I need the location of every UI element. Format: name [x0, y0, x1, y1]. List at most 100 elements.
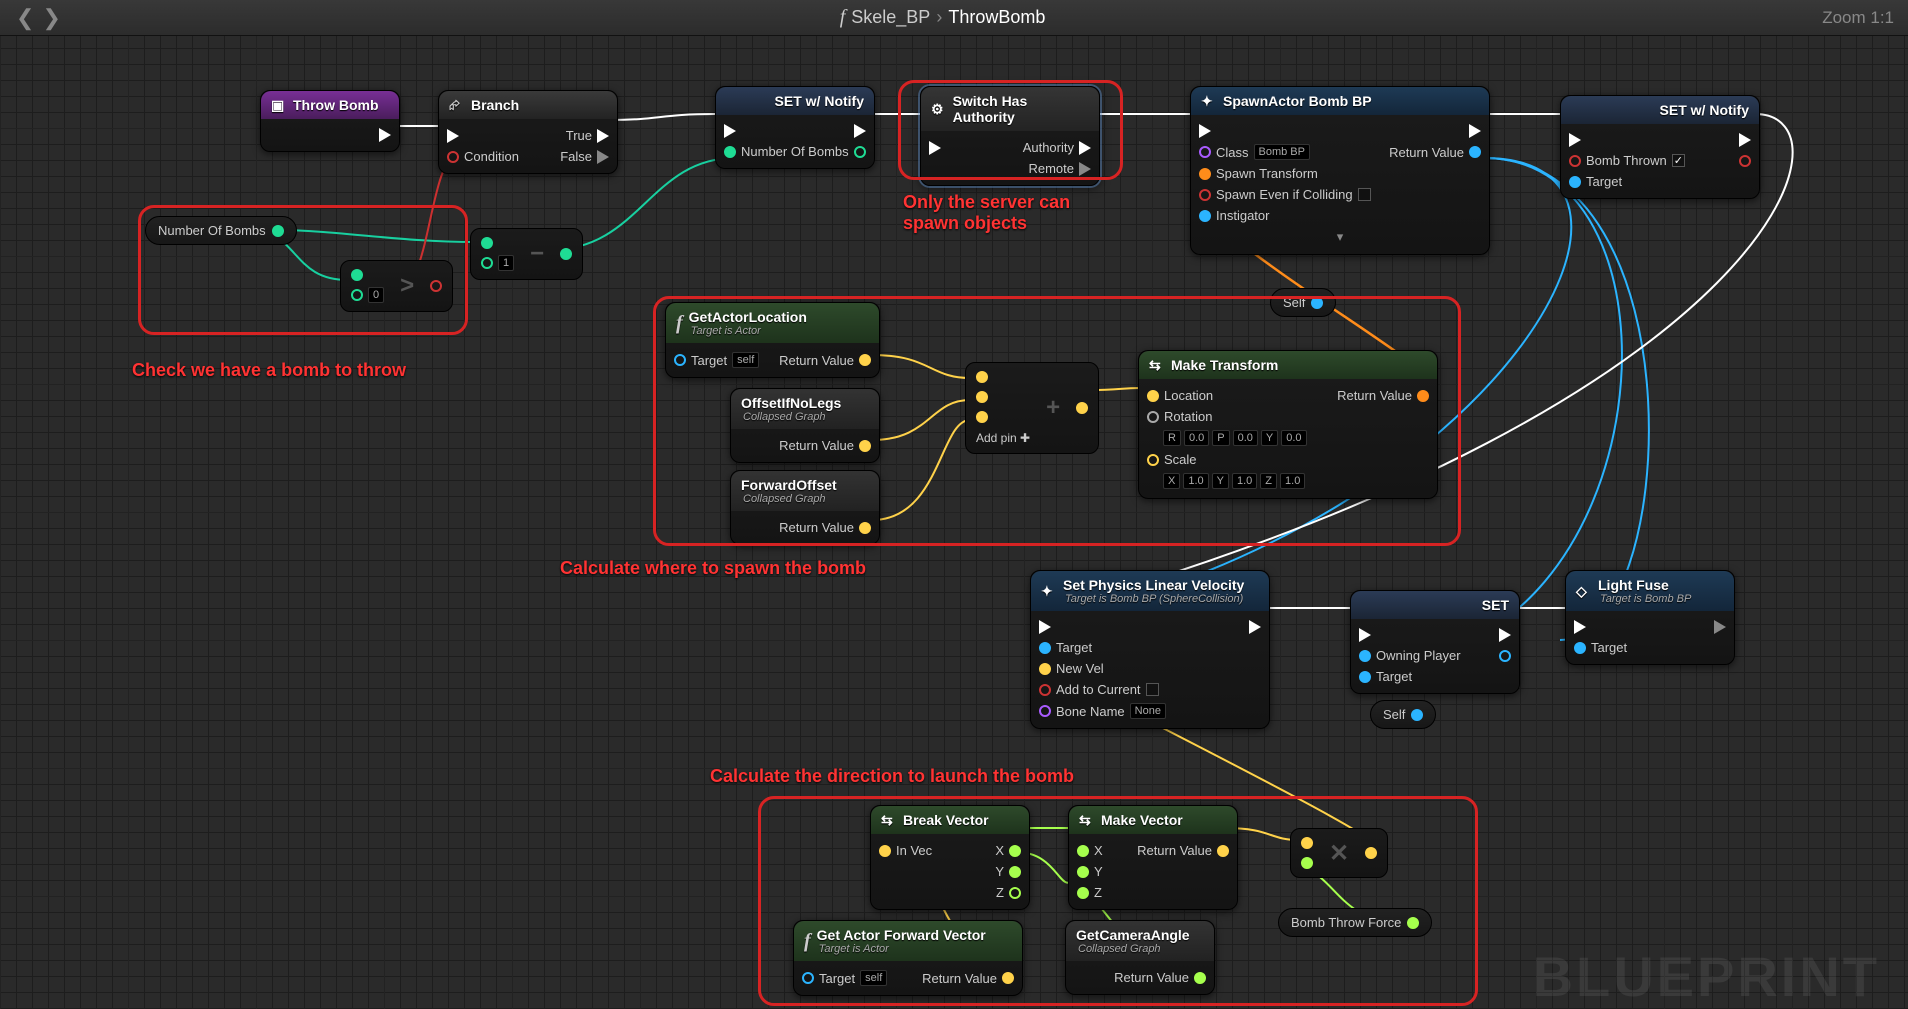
- annotation-text-4: Calculate the direction to launch the bo…: [710, 766, 1074, 787]
- exec-out-pin[interactable]: [854, 124, 866, 138]
- branch-icon: ⮳: [449, 97, 465, 113]
- node-spawnactor[interactable]: ✦SpawnActor Bomb BP ClassBomb BPReturn V…: [1190, 86, 1490, 255]
- exec-out-pin[interactable]: [379, 128, 391, 142]
- node-set-numbombs[interactable]: SET w/ Notify Number Of Bombs: [715, 86, 875, 169]
- annotation-box-2: [898, 80, 1123, 180]
- target-pin[interactable]: [1574, 642, 1586, 654]
- add-label: Add to Current: [1056, 682, 1141, 697]
- annotation-text-1: Check we have a bomb to throw: [132, 360, 406, 381]
- zoom-indicator: Zoom 1:1: [1808, 8, 1908, 28]
- sub: Target is Bomb BP (SphereCollision): [1065, 593, 1244, 605]
- newvel-label: New Vel: [1056, 661, 1104, 676]
- topbar: ❮ ❯ f Skele_BP › ThrowBomb Zoom 1:1: [0, 0, 1908, 36]
- transform-label: Spawn Transform: [1216, 166, 1318, 181]
- exec-true-pin[interactable]: [597, 129, 609, 143]
- event-icon: ▣: [271, 97, 287, 113]
- value-out-pin[interactable]: [854, 146, 866, 158]
- function-name[interactable]: ThrowBomb: [948, 7, 1045, 28]
- exec-in-pin[interactable]: [1569, 133, 1581, 147]
- exec-in-pin[interactable]: [1199, 124, 1211, 138]
- set-title: SET w/ Notify: [775, 93, 864, 109]
- self-pin[interactable]: [1411, 709, 1423, 721]
- event-icon: ◇: [1576, 583, 1592, 599]
- target-pin[interactable]: [1569, 176, 1581, 188]
- exec-in-pin[interactable]: [1574, 620, 1586, 634]
- set2-title: SET w/ Notify: [1660, 102, 1749, 118]
- exec-out-pin[interactable]: [1249, 620, 1261, 634]
- return-pin[interactable]: [1469, 146, 1481, 158]
- target-label: Target: [1586, 174, 1622, 189]
- node-light-fuse[interactable]: ◇Light FuseTarget is Bomb BP Target: [1565, 570, 1735, 665]
- condition-label: Condition: [464, 149, 519, 164]
- target-label: Target: [1376, 669, 1412, 684]
- exec-in-pin[interactable]: [724, 124, 736, 138]
- exec-out-pin[interactable]: [1499, 628, 1511, 642]
- exec-out-pin[interactable]: [1469, 124, 1481, 138]
- collide-pin[interactable]: [1199, 189, 1211, 201]
- bool-in-pin[interactable]: [1569, 155, 1581, 167]
- branch-title: Branch: [471, 97, 519, 113]
- nav-forward-icon[interactable]: ❯: [42, 5, 60, 31]
- expand-icon[interactable]: ▾: [1337, 229, 1344, 245]
- bone-label: Bone Name: [1056, 704, 1125, 719]
- bool-out-pin[interactable]: [1739, 155, 1751, 167]
- exec-out-pin[interactable]: [1739, 133, 1751, 147]
- annotation-text-3: Calculate where to spawn the bomb: [560, 558, 866, 579]
- annotation-box-1: [138, 205, 468, 335]
- class-value[interactable]: Bomb BP: [1254, 144, 1310, 160]
- b-pin[interactable]: [481, 257, 493, 269]
- condition-pin[interactable]: [447, 151, 459, 163]
- node-self-2[interactable]: Self: [1370, 700, 1436, 729]
- function-icon: f: [840, 6, 846, 29]
- true-label: True: [566, 128, 592, 143]
- sub: Target is Bomb BP: [1600, 593, 1691, 605]
- annotation-text-2: Only the server can spawn objects: [903, 192, 1123, 234]
- target-pin[interactable]: [1039, 642, 1051, 654]
- nav-back-icon[interactable]: ❮: [16, 5, 34, 31]
- node-branch[interactable]: ⮳ Branch True Condition False: [438, 90, 618, 174]
- transform-pin[interactable]: [1199, 168, 1211, 180]
- blueprint-name[interactable]: Skele_BP: [851, 7, 930, 28]
- bool-checkbox[interactable]: [1672, 154, 1685, 167]
- node-set-bombthrown[interactable]: SET w/ Notify Bomb Thrown Target: [1560, 95, 1760, 199]
- class-label: Class: [1216, 145, 1249, 160]
- minus-icon: −: [524, 240, 550, 268]
- node-set-owningplayer[interactable]: SET Owning Player Target: [1350, 590, 1520, 694]
- node-set-physics-velocity[interactable]: ✦Set Physics Linear VelocityTarget is Bo…: [1030, 570, 1270, 729]
- val-pin[interactable]: [1359, 650, 1371, 662]
- title: Set Physics Linear Velocity: [1063, 577, 1244, 593]
- result-pin[interactable]: [560, 248, 572, 260]
- bone-val[interactable]: None: [1130, 703, 1166, 719]
- a-pin[interactable]: [481, 237, 493, 249]
- instigator-pin[interactable]: [1199, 210, 1211, 222]
- title: SET: [1482, 597, 1509, 613]
- title: Light Fuse: [1598, 577, 1669, 593]
- return-label: Return Value: [1389, 145, 1464, 160]
- exec-in-pin[interactable]: [1359, 628, 1371, 642]
- var-label: Owning Player: [1376, 648, 1461, 663]
- exec-false-pin[interactable]: [597, 150, 609, 164]
- collide-checkbox[interactable]: [1358, 188, 1371, 201]
- add-pin[interactable]: [1039, 684, 1051, 696]
- exec-out-pin[interactable]: [1714, 620, 1726, 634]
- false-label: False: [560, 149, 592, 164]
- spawn-icon: ✦: [1201, 93, 1217, 109]
- exec-in-pin[interactable]: [1039, 620, 1051, 634]
- instig-label: Instigator: [1216, 208, 1269, 223]
- node-subtract[interactable]: 1 −: [470, 228, 583, 280]
- add-checkbox[interactable]: [1146, 683, 1159, 696]
- node-custom-event[interactable]: ▣ Throw Bomb: [260, 90, 400, 152]
- value-in-pin[interactable]: [724, 146, 736, 158]
- var-label: Bomb Thrown: [1586, 153, 1667, 168]
- newvel-pin[interactable]: [1039, 663, 1051, 675]
- b-value[interactable]: 1: [498, 255, 514, 271]
- out-pin[interactable]: [1499, 650, 1511, 662]
- var-label: Number Of Bombs: [741, 144, 849, 159]
- breadcrumb[interactable]: f Skele_BP › ThrowBomb: [77, 6, 1808, 29]
- chevron-right-icon: ›: [936, 7, 942, 28]
- event-title: Throw Bomb: [293, 97, 379, 113]
- target-pin[interactable]: [1359, 671, 1371, 683]
- class-pin[interactable]: [1199, 146, 1211, 158]
- bone-pin[interactable]: [1039, 705, 1051, 717]
- exec-in-pin[interactable]: [447, 129, 459, 143]
